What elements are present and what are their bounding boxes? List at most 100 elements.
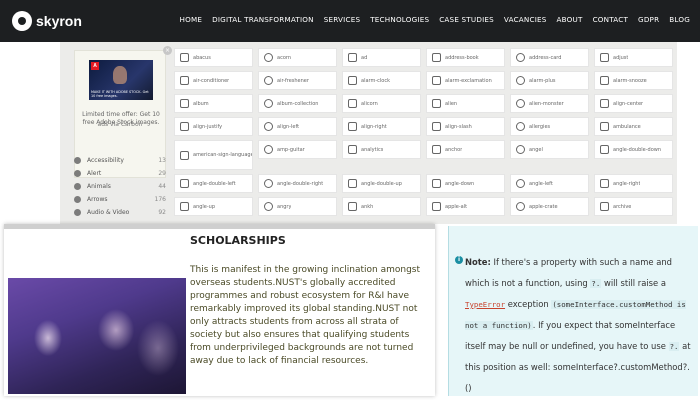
icon-tile[interactable]: align-justify (174, 117, 253, 136)
icon-tile[interactable]: album-collection (258, 94, 337, 113)
icon-tile[interactable]: air-freshener (258, 71, 337, 90)
category-item[interactable]: Audio & Video 92 (74, 206, 166, 219)
nav-gdpr[interactable]: GDPR (638, 15, 659, 24)
card-top-bar (4, 224, 435, 229)
icon-tile-label: align-justify (193, 123, 223, 130)
icon-tile[interactable]: align-right (342, 117, 421, 136)
icon-tile-label: album-collection (277, 100, 319, 107)
icon-tile[interactable]: adjust (594, 48, 673, 67)
icon-tile[interactable]: align-center (594, 94, 673, 113)
alicorn-icon (348, 99, 357, 108)
icon-tile-label: apple-alt (445, 203, 468, 210)
icon-tile-label: address-book (445, 54, 479, 61)
icon-tile-label: american-sign-language-interpreting (193, 152, 252, 158)
nav-contact[interactable]: CONTACT (593, 15, 628, 24)
nav-vacancies[interactable]: VACANCIES (504, 15, 547, 24)
icon-tile[interactable]: archive (594, 197, 673, 216)
icon-tile[interactable]: alien-monster (510, 94, 589, 113)
brand-logo[interactable]: skyron (12, 8, 82, 34)
icon-tile[interactable]: allergies (510, 117, 589, 136)
icon-tile-label: align-slash (445, 123, 472, 130)
angle-icon (264, 179, 273, 188)
icon-tile-label: alien (445, 100, 458, 107)
ad-image-text: MAKE IT WITH ADOBE STOCK. Get 10 free im… (91, 90, 149, 98)
icon-tile[interactable]: alarm-clock (342, 71, 421, 90)
icon-tile[interactable]: alarm-snooze (594, 71, 673, 90)
icon-tile[interactable]: address-book (426, 48, 505, 67)
close-icon[interactable]: × (163, 46, 172, 55)
icon-tile[interactable]: address-card (510, 48, 589, 67)
icon-tile[interactable]: amp-guitar (258, 140, 337, 159)
angle-icon (600, 179, 609, 188)
grid-icon (180, 53, 189, 62)
icon-tile[interactable]: angel (510, 140, 589, 159)
category-list: Accessibility 13 Alert 29 Animals 44 Arr… (74, 154, 166, 219)
icon-tile[interactable]: air-conditioner (174, 71, 253, 90)
clock-icon (600, 76, 609, 85)
category-item[interactable]: Animals 44 (74, 180, 166, 193)
icon-tile[interactable]: angle-double-down (594, 140, 673, 159)
icon-tile[interactable]: angle-double-left (174, 174, 253, 193)
nav-blog[interactable]: BLOG (669, 15, 690, 24)
angel-icon (516, 145, 525, 154)
icon-tile[interactable]: angle-down (426, 174, 505, 193)
icon-tile[interactable]: align-slash (426, 117, 505, 136)
icon-tile[interactable]: alarm-exclamation (426, 71, 505, 90)
ad-image[interactable]: A MAKE IT WITH ADOBE STOCK. Get 10 free … (89, 60, 153, 100)
icon-tile[interactable]: anchor (426, 140, 505, 159)
nav-services[interactable]: SERVICES (324, 15, 360, 24)
icon-tile[interactable]: alarm-plus (510, 71, 589, 90)
icon-tile[interactable]: ankh (342, 197, 421, 216)
icon-tile[interactable]: alicorn (342, 94, 421, 113)
icon-tile[interactable]: angle-double-right (258, 174, 337, 193)
icon-tile[interactable]: angle-right (594, 174, 673, 193)
nav-digital-transformation[interactable]: DIGITAL TRANSFORMATION (212, 15, 314, 24)
icon-tile[interactable]: abacus (174, 48, 253, 67)
category-label: Accessibility (87, 157, 124, 164)
icon-grid: abacus acorn ad address-book address-card adj… (174, 48, 674, 216)
icon-tile[interactable]: alien (426, 94, 505, 113)
icon-tile[interactable]: acorn (258, 48, 337, 67)
category-label: Alert (87, 170, 102, 177)
icon-tile[interactable]: analytics (342, 140, 421, 159)
scholarships-card: SCHOLARSHIPS This is manifest in the gro… (4, 224, 435, 396)
icon-tile-label: alien-monster (529, 100, 564, 107)
nav-technologies[interactable]: TECHNOLOGIES (370, 15, 429, 24)
anchor-icon (432, 145, 441, 154)
icon-tile[interactable]: angle-up (174, 197, 253, 216)
ad-attribution[interactable]: ads via Carbon (78, 121, 162, 128)
category-count: 176 (154, 196, 166, 203)
icon-tile[interactable]: align-left (258, 117, 337, 136)
nav-home[interactable]: HOME (180, 15, 203, 24)
icon-tile-label: acorn (277, 54, 292, 61)
clock-icon (348, 76, 357, 85)
category-item[interactable]: Accessibility 13 (74, 154, 166, 167)
icon-tile[interactable]: angle-double-up (342, 174, 421, 193)
nav-about[interactable]: ABOUT (557, 15, 583, 24)
icon-tile[interactable]: american-sign-language-interpreting (174, 140, 253, 170)
icon-tile[interactable]: ad (342, 48, 421, 67)
icon-tile-label: anchor (445, 146, 463, 153)
category-label: Audio & Video (87, 209, 130, 216)
icon-tile-label: alarm-snooze (613, 77, 647, 84)
section-title: SCHOLARSHIPS (190, 234, 286, 247)
icon-tile-label: alarm-exclamation (445, 77, 492, 84)
icon-tile[interactable]: apple-alt (426, 197, 505, 216)
main-nav: HOME DIGITAL TRANSFORMATION SERVICES TEC… (180, 15, 690, 24)
typeerror-link[interactable]: TypeError (465, 300, 505, 309)
nav-case-studies[interactable]: CASE STUDIES (439, 15, 494, 24)
category-item[interactable]: Alert 29 (74, 167, 166, 180)
category-item[interactable]: Arrows 176 (74, 193, 166, 206)
icon-tile[interactable]: angry (258, 197, 337, 216)
top-navigation-bar: skyron HOME DIGITAL TRANSFORMATION SERVI… (0, 0, 700, 42)
album-icon (180, 99, 189, 108)
album-icon (264, 99, 273, 108)
icon-tile[interactable]: album (174, 94, 253, 113)
icon-browser-panel: × A MAKE IT WITH ADOBE STOCK. Get 10 fre… (60, 42, 677, 224)
card-icon (516, 53, 525, 62)
icon-tile[interactable]: angle-left (510, 174, 589, 193)
air-icon (264, 76, 273, 85)
icon-tile[interactable]: apple-crate (510, 197, 589, 216)
icon-tile[interactable]: ambulance (594, 117, 673, 136)
align-icon (264, 122, 273, 131)
